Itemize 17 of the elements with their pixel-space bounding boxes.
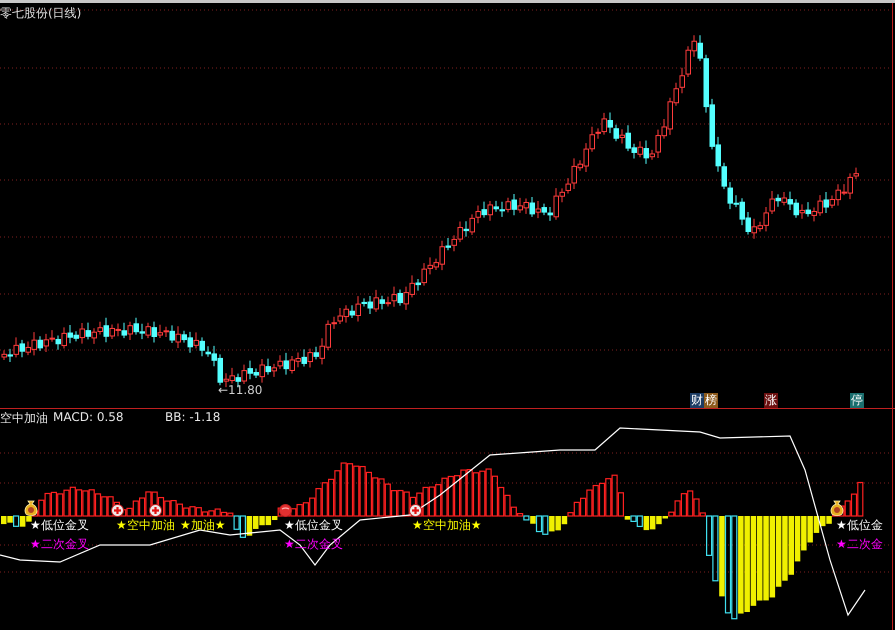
indicator-name: 空中加油 [0,410,48,427]
bb-value: BB: -1.18 [165,410,220,424]
signal-label: ★空中加油★ [412,518,482,532]
macd-value: MACD: 0.58 [53,410,124,424]
stock-tag: 财 [690,393,704,408]
signal-label: ★空中加油 [116,518,175,532]
signal-label: ★低位金叉 [284,518,343,532]
signal-label: ★低位金叉 [30,518,89,532]
stock-tag: 停 [850,393,864,408]
low-price-label: ←11.80 [218,383,262,397]
stock-tag: 榜 [704,393,718,408]
signal-label: ★低位金 [836,518,883,532]
signal-label: ★加油★ [180,518,226,532]
signal-label: ★二次金 [836,537,883,551]
signal-label: ★二次金叉 [30,537,89,551]
stock-tag: 涨 [764,393,778,408]
chart-title: 零七股份(日线) [0,5,82,22]
